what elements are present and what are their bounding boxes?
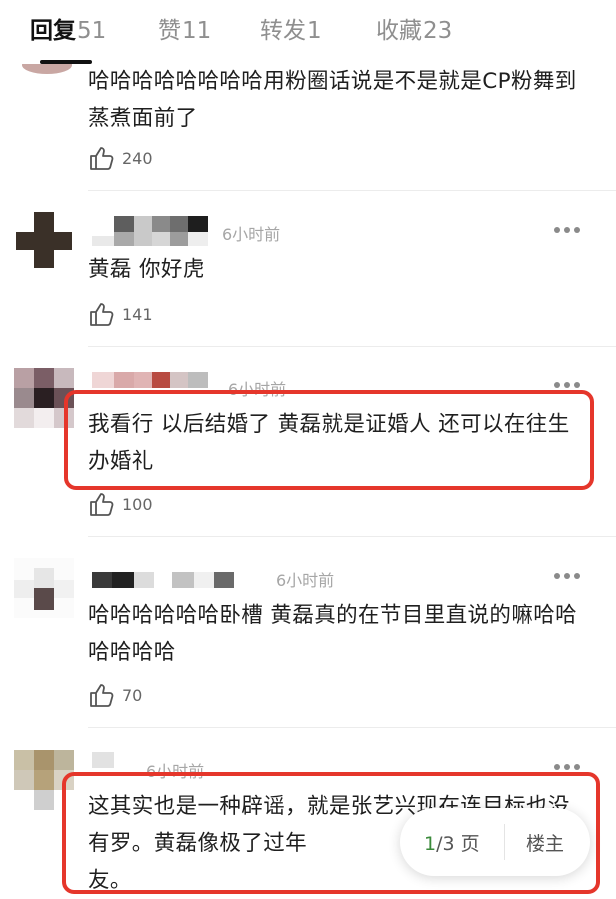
current-page: 1 — [424, 833, 437, 855]
more-dots-icon[interactable] — [554, 571, 580, 581]
like-count: 141 — [122, 305, 153, 324]
tab-label: 转发 — [260, 18, 306, 44]
tab-count: 1 — [307, 18, 322, 44]
comment-text: 黄磊 你好虎 — [88, 257, 205, 282]
like-count: 100 — [122, 495, 153, 514]
tab-label: 赞 — [158, 18, 181, 44]
more-dots-icon[interactable] — [554, 762, 580, 772]
thumbs-up-icon — [90, 493, 114, 516]
username-mosaic[interactable] — [92, 214, 216, 246]
comment-text: 哈哈哈哈哈哈卧槽 黄磊真的在节目里直说的嘛哈哈哈哈哈哈 — [88, 603, 578, 665]
page-indicator[interactable]: 1/3 页 — [424, 829, 480, 856]
tab-reposts[interactable]: 转发1 — [260, 16, 322, 46]
avatar[interactable] — [14, 558, 74, 618]
highlight-box — [64, 390, 594, 490]
tab-count: 23 — [423, 18, 453, 44]
comment-time: 6小时前 — [276, 571, 335, 590]
comment-text: 哈哈哈哈哈哈哈哈用粉圈话说是不是就是CP粉舞到蒸煮面前了 — [88, 69, 577, 131]
page-total: /3 页 — [436, 833, 480, 855]
like-count: 70 — [122, 686, 143, 705]
thumbs-up-icon — [90, 303, 114, 326]
divider — [88, 346, 616, 347]
page-navigator: 1/3 页 楼主 — [400, 808, 590, 876]
tab-likes[interactable]: 赞11 — [158, 16, 211, 46]
divider — [88, 536, 616, 537]
tab-bar: 回复51 赞11 转发1 收藏23 — [0, 0, 616, 64]
divider — [504, 824, 505, 860]
thumbs-up-icon — [90, 147, 114, 170]
thumbs-up-icon — [90, 684, 114, 707]
avatar[interactable] — [14, 210, 74, 270]
tab-favorites[interactable]: 收藏23 — [376, 16, 452, 46]
op-only-button[interactable]: 楼主 — [526, 829, 564, 856]
tab-label: 收藏 — [376, 18, 422, 44]
more-dots-icon[interactable] — [554, 380, 580, 390]
divider — [88, 190, 616, 191]
tab-replies[interactable]: 回复51 — [30, 16, 106, 46]
username-mosaic[interactable] — [92, 566, 268, 598]
more-dots-icon[interactable] — [554, 225, 580, 235]
tab-count: 11 — [182, 18, 212, 44]
comment-time: 6小时前 — [222, 225, 281, 244]
like-count: 240 — [122, 149, 153, 168]
tab-label: 回复 — [30, 18, 76, 44]
tab-count: 51 — [77, 18, 107, 44]
divider — [88, 727, 616, 728]
active-tab-indicator — [40, 60, 92, 64]
